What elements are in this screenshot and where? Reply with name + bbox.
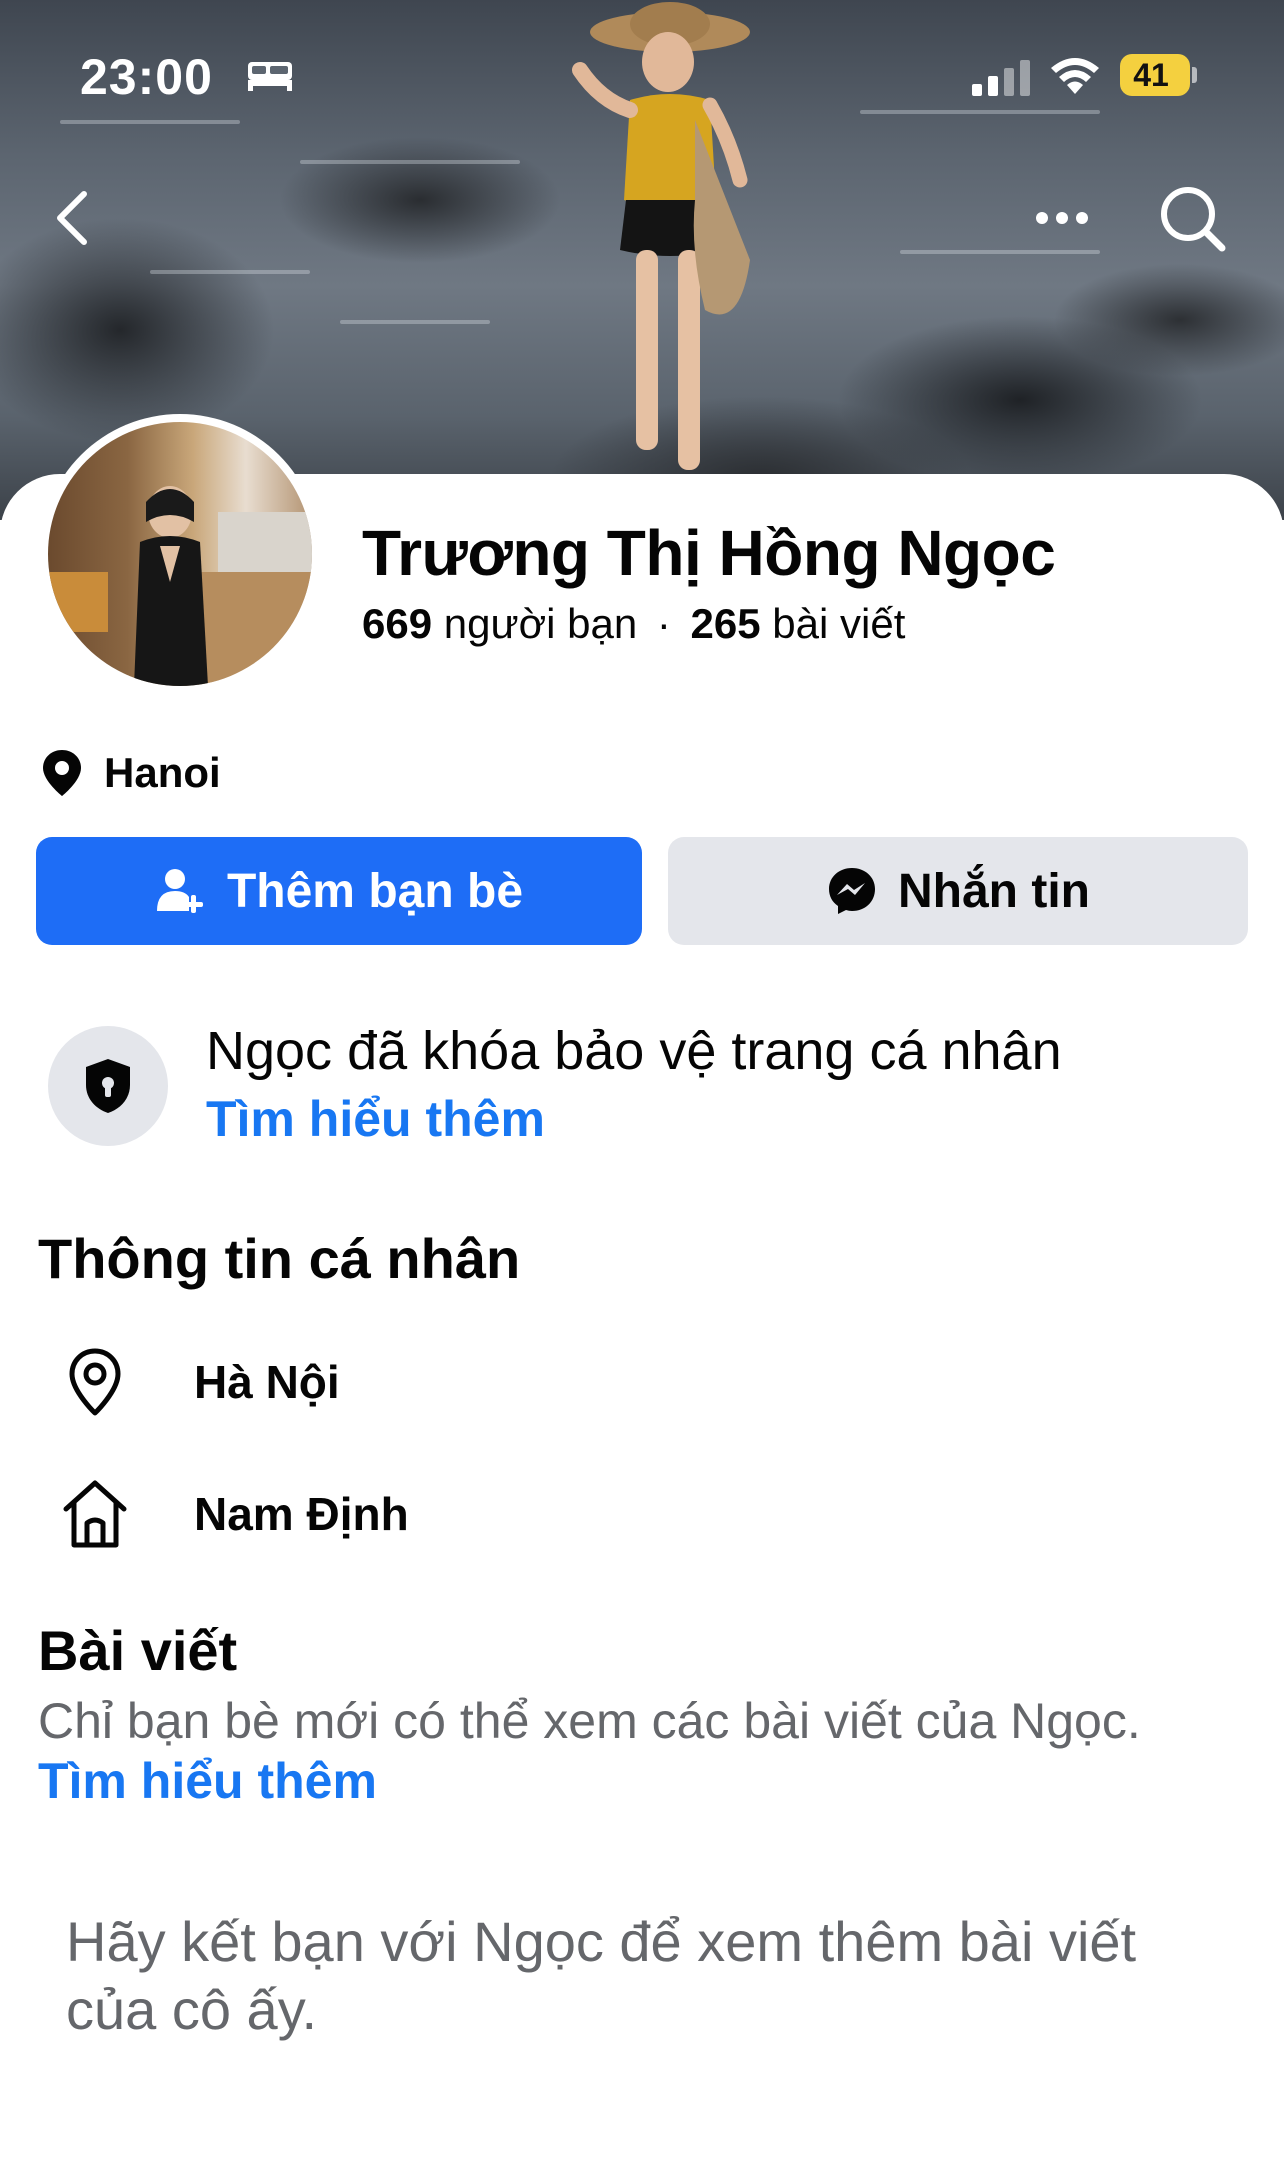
about-item-label: Nam Định <box>194 1488 409 1540</box>
about-item-label: Hà Nội <box>194 1356 340 1408</box>
wifi-icon <box>1051 58 1099 94</box>
cellular-signal-icon <box>972 60 1030 96</box>
location-pin-icon <box>69 1348 121 1416</box>
posts-learn-more-link[interactable]: Tìm hiểu thêm <box>38 1752 377 1810</box>
avatar-person-illustration <box>48 486 312 686</box>
bed-icon <box>248 62 292 91</box>
privacy-shield-badge <box>48 1026 168 1146</box>
message-button[interactable]: Nhắn tin <box>668 837 1248 945</box>
location-pin-filled-icon <box>43 750 81 796</box>
cover-wave <box>300 160 520 164</box>
messenger-icon <box>829 868 875 914</box>
about-item-hometown: Nam Định <box>60 1474 409 1554</box>
home-icon <box>63 1480 127 1548</box>
location-label: Hanoi <box>104 749 221 796</box>
more-horizontal-icon[interactable] <box>1022 178 1102 258</box>
privacy-learn-more-link[interactable]: Tìm hiểu thêm <box>206 1090 545 1148</box>
add-friend-label: Thêm bạn bè <box>226 864 524 918</box>
friends-count[interactable]: 669 <box>362 600 432 647</box>
posts-section-title: Bài viết <box>38 1619 238 1682</box>
search-icon[interactable] <box>1152 178 1232 258</box>
cover-wave <box>340 320 490 324</box>
add-friend-icon <box>156 869 203 913</box>
avatar[interactable] <box>48 422 312 686</box>
profile-stats: 669 người bạn · 265 bài viết <box>362 600 905 648</box>
shield-icon <box>86 1059 130 1113</box>
cover-wave <box>150 270 310 274</box>
profile-sheet <box>0 474 1284 2157</box>
cover-wave <box>860 110 1100 114</box>
privacy-title: Ngọc đã khóa bảo vệ trang cá nhân <box>206 1021 1062 1081</box>
about-section-title: Thông tin cá nhân <box>38 1227 521 1290</box>
posts-restricted-text: Chỉ bạn bè mới có thể xem các bài viết c… <box>38 1693 1141 1749</box>
friends-label[interactable]: người bạn <box>444 600 637 647</box>
profile-name: Trương Thị Hồng Ngọc <box>362 517 1056 589</box>
cover-wave <box>60 120 240 124</box>
stats-separator: · <box>656 600 671 647</box>
status-bar: 23:00 41 <box>0 40 1284 110</box>
battery-icon: 41 <box>1120 54 1197 96</box>
profile-location: Hanoi <box>40 745 221 801</box>
about-item-current-city: Hà Nội <box>60 1342 340 1422</box>
chevron-left-icon[interactable] <box>34 178 114 258</box>
message-label: Nhắn tin <box>898 864 1090 918</box>
battery-level: 41 <box>1133 57 1169 93</box>
add-friend-button[interactable]: Thêm bạn bè <box>36 837 642 945</box>
status-time: 23:00 <box>80 49 213 105</box>
posts-count: 265 <box>690 600 761 647</box>
posts-label: bài viết <box>772 600 906 647</box>
friend-prompt-text: Hãy kết bạn với Ngọc để xem thêm bài viế… <box>66 1910 1137 2041</box>
